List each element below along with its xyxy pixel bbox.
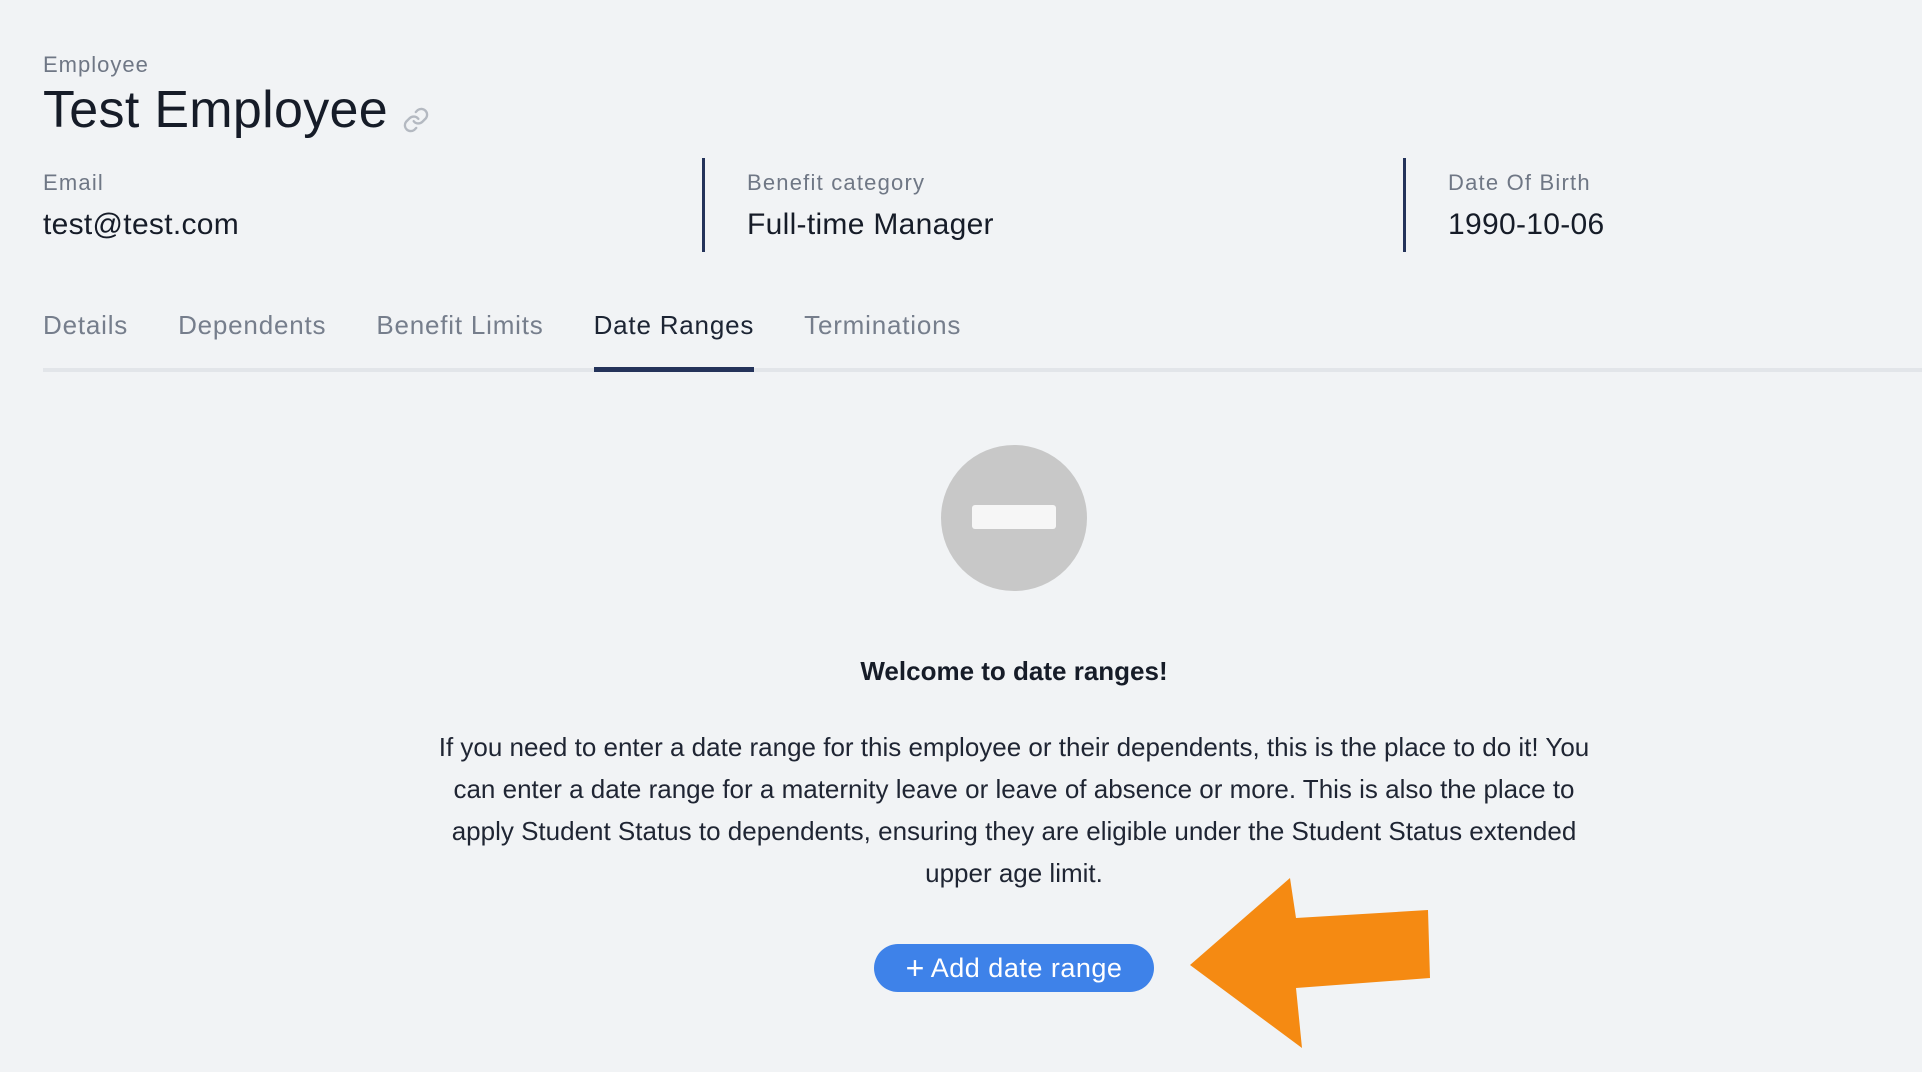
orange-arrow-annotation <box>1190 878 1430 1048</box>
tab-benefit-limits[interactable]: Benefit Limits <box>376 300 543 368</box>
email-section: Email test@test.com <box>43 158 239 252</box>
add-date-range-button[interactable]: + Add date range <box>874 944 1154 992</box>
empty-state-heading: Welcome to date ranges! <box>860 656 1168 686</box>
benefit-category-section: Benefit category Full-time Manager <box>702 158 994 252</box>
page-eyebrow: Employee <box>43 52 149 77</box>
tab-dependents[interactable]: Dependents <box>178 300 326 368</box>
link-icon[interactable] <box>402 106 430 134</box>
date-of-birth-label: Date Of Birth <box>1448 170 1591 195</box>
tab-date-ranges[interactable]: Date Ranges <box>593 300 755 372</box>
plus-icon: + <box>905 950 925 986</box>
employee-page: Employee Test Employee Email test@test.c… <box>0 0 1922 1072</box>
email-label: Email <box>43 170 105 195</box>
minus-bar <box>972 505 1056 529</box>
benefit-category-value: Full-time Manager <box>747 208 994 241</box>
tab-terminations[interactable]: Terminations <box>804 300 961 368</box>
tab-details[interactable]: Details <box>43 300 128 368</box>
benefit-category-label: Benefit category <box>747 170 926 195</box>
tab-bar: Details Dependents Benefit Limits Date R… <box>43 300 1922 372</box>
add-date-range-label: Add date range <box>930 952 1123 983</box>
minus-circle-icon <box>941 445 1087 591</box>
title-row: Test Employee <box>43 80 430 140</box>
date-of-birth-value: 1990-10-06 <box>1448 208 1605 241</box>
email-value: test@test.com <box>43 208 240 241</box>
empty-state-description: If you need to enter a date range for th… <box>438 732 1590 888</box>
date-of-birth-section: Date Of Birth 1990-10-06 <box>1403 158 1604 252</box>
page-title: Test Employee <box>43 81 388 139</box>
